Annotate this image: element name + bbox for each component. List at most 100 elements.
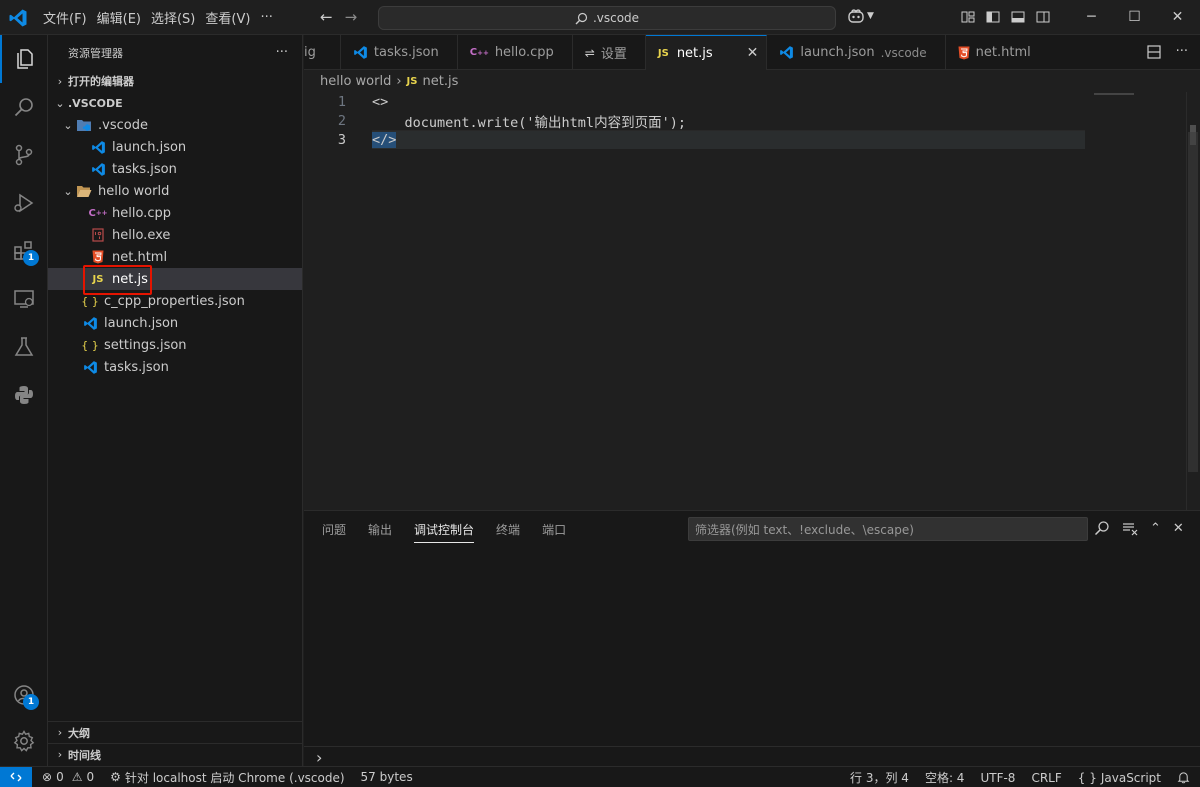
tree-label: launch.json: [104, 315, 179, 331]
cursor-position-status[interactable]: 行 3，列 4: [842, 769, 917, 786]
timeline-section[interactable]: › 时间线: [48, 743, 303, 765]
tree-label: .vscode: [98, 117, 148, 133]
tab-label: tasks.json: [373, 45, 439, 60]
tab-tasks-json[interactable]: tasks.json: [341, 35, 458, 70]
panel-tab-debug-console[interactable]: 调试控制台: [414, 521, 475, 543]
line-text: <>: [372, 93, 389, 110]
tree-file-hello-exe[interactable]: hello.exe: [48, 224, 302, 246]
toggle-primary-sidebar-icon[interactable]: [985, 9, 1001, 25]
close-window-icon[interactable]: ✕: [1156, 0, 1199, 35]
forward-arrow-icon[interactable]: →: [345, 8, 358, 26]
html-file-icon: [90, 249, 106, 265]
tree-file-tasks-json[interactable]: tasks.json: [48, 158, 302, 180]
menu-more[interactable]: ···: [255, 10, 277, 25]
tab-hello-cpp[interactable]: C++ hello.cpp: [458, 35, 573, 70]
toggle-panel-icon[interactable]: [1010, 9, 1026, 25]
tree-file-launch-json[interactable]: launch.json: [48, 136, 302, 158]
more-actions-icon[interactable]: ···: [1176, 44, 1188, 60]
panel-actions: ⌃ ✕: [1094, 520, 1184, 536]
sidebar-bottom-sections: › 大纲 › 时间线: [48, 721, 303, 765]
panel-tab-terminal[interactable]: 终端: [496, 521, 520, 543]
accounts-activity[interactable]: 1: [0, 671, 48, 719]
minimap[interactable]: [1094, 93, 1134, 95]
search-icon[interactable]: [1094, 520, 1110, 536]
minimize-icon[interactable]: ─: [1070, 0, 1113, 35]
run-debug-activity[interactable]: [0, 179, 48, 227]
menu-edit[interactable]: 编辑(E): [92, 8, 146, 27]
editor-actions: ···: [1146, 44, 1188, 60]
manage-activity[interactable]: [0, 717, 48, 765]
command-center[interactable]: .vscode: [378, 6, 836, 30]
remote-icon: [10, 772, 22, 782]
chevron-right-icon: ›: [57, 726, 63, 739]
breadcrumb-file[interactable]: net.js: [422, 74, 458, 89]
panel-tab-problems[interactable]: 问题: [322, 521, 346, 543]
problems-status[interactable]: ⊗ 0 ⚠ 0: [32, 770, 102, 784]
panel-tab-ports[interactable]: 端口: [542, 521, 566, 543]
toggle-secondary-sidebar-icon[interactable]: [1035, 9, 1051, 25]
language-label: JavaScript: [1100, 770, 1161, 785]
menu-selection[interactable]: 选择(S): [146, 8, 200, 27]
tab-net-js[interactable]: JS net.js ✕: [645, 35, 768, 70]
tab-label: net.js: [676, 45, 713, 61]
menu-file[interactable]: 文件(F): [38, 8, 92, 27]
remote-explorer-activity[interactable]: [0, 275, 48, 323]
eol-status[interactable]: CRLF: [1023, 771, 1069, 785]
open-editors-section[interactable]: › 打开的编辑器: [48, 70, 302, 92]
tab-settings[interactable]: ⇌ 设置: [573, 35, 646, 70]
encoding-status[interactable]: UTF-8: [972, 771, 1023, 785]
menu-view[interactable]: 查看(V): [200, 8, 255, 27]
maximize-icon[interactable]: ☐: [1113, 0, 1156, 35]
debug-filter-input[interactable]: 筛选器(例如 text、!exclude、\escape): [688, 517, 1088, 541]
search-activity[interactable]: [0, 83, 48, 131]
language-status[interactable]: { } JavaScript: [1070, 771, 1169, 785]
line-number: 2: [337, 112, 346, 129]
explorer-activity[interactable]: [0, 35, 48, 83]
panel-tab-output[interactable]: 输出: [368, 521, 392, 543]
json-file-icon: { }: [81, 294, 99, 308]
breadcrumb-folder[interactable]: hello world: [320, 74, 391, 89]
testing-activity[interactable]: [0, 323, 48, 371]
back-arrow-icon[interactable]: ←: [320, 8, 333, 26]
tab-net-html[interactable]: net.html: [946, 35, 1043, 70]
split-editor-icon[interactable]: [1146, 44, 1162, 60]
tree-folder-hello-world[interactable]: ⌄ hello world: [48, 180, 302, 202]
remote-indicator[interactable]: [0, 766, 32, 787]
close-panel-icon[interactable]: ✕: [1173, 521, 1184, 536]
braces-icon: { }: [1077, 770, 1097, 785]
tab-launch-json[interactable]: launch.json .vscode: [767, 35, 946, 70]
workspace-section[interactable]: ⌄ .VSCODE: [48, 92, 302, 114]
tree-label: net.html: [112, 249, 168, 265]
notifications-status[interactable]: [1169, 771, 1200, 784]
scrollbar-overview: [1188, 132, 1198, 472]
file-size-status: 57 bytes: [360, 770, 413, 784]
explorer-header: 资源管理器 ···: [48, 35, 302, 70]
close-tab-icon[interactable]: ✕: [747, 45, 759, 61]
indentation-status[interactable]: 空格: 4: [917, 769, 973, 786]
editor-scrollbar[interactable]: [1186, 92, 1200, 510]
outline-section[interactable]: › 大纲: [48, 721, 303, 743]
code-editor[interactable]: 1 <> 2 document.write('输出html内容到页面'); 3 …: [304, 92, 1200, 510]
chevron-up-icon[interactable]: ⌃: [1150, 521, 1161, 536]
copilot-menu[interactable]: ▼: [847, 8, 874, 24]
tree-folder-vscode[interactable]: ⌄ .vscode: [48, 114, 302, 136]
code-line: 2 document.write('输出html内容到页面');: [304, 111, 1084, 131]
tree-label: hello world: [98, 183, 170, 199]
tree-file-settings-json[interactable]: { } settings.json: [48, 334, 302, 356]
warning-count: 0: [86, 770, 95, 784]
launch-config-status[interactable]: ⚙ 针对 localhost 启动 Chrome (.vscode): [102, 769, 352, 786]
tree-file-hello-cpp[interactable]: C ++ hello.cpp: [48, 202, 302, 224]
chevron-down-icon: ⌄: [55, 96, 65, 110]
python-activity[interactable]: [0, 371, 48, 419]
more-actions-icon[interactable]: ···: [276, 45, 288, 60]
outline-title: 大纲: [68, 726, 90, 740]
debug-console-input[interactable]: ›: [304, 746, 1200, 767]
tree-file-tasks-json-root[interactable]: tasks.json: [48, 356, 302, 378]
source-control-activity[interactable]: [0, 131, 48, 179]
extensions-activity[interactable]: 1: [0, 227, 48, 275]
customize-layout-icon[interactable]: [960, 9, 976, 25]
tree-file-launch-json-root[interactable]: launch.json: [48, 312, 302, 334]
tab-partial[interactable]: ig: [304, 35, 341, 70]
clear-console-icon[interactable]: [1122, 520, 1138, 536]
tab-description: .vscode: [880, 45, 927, 60]
